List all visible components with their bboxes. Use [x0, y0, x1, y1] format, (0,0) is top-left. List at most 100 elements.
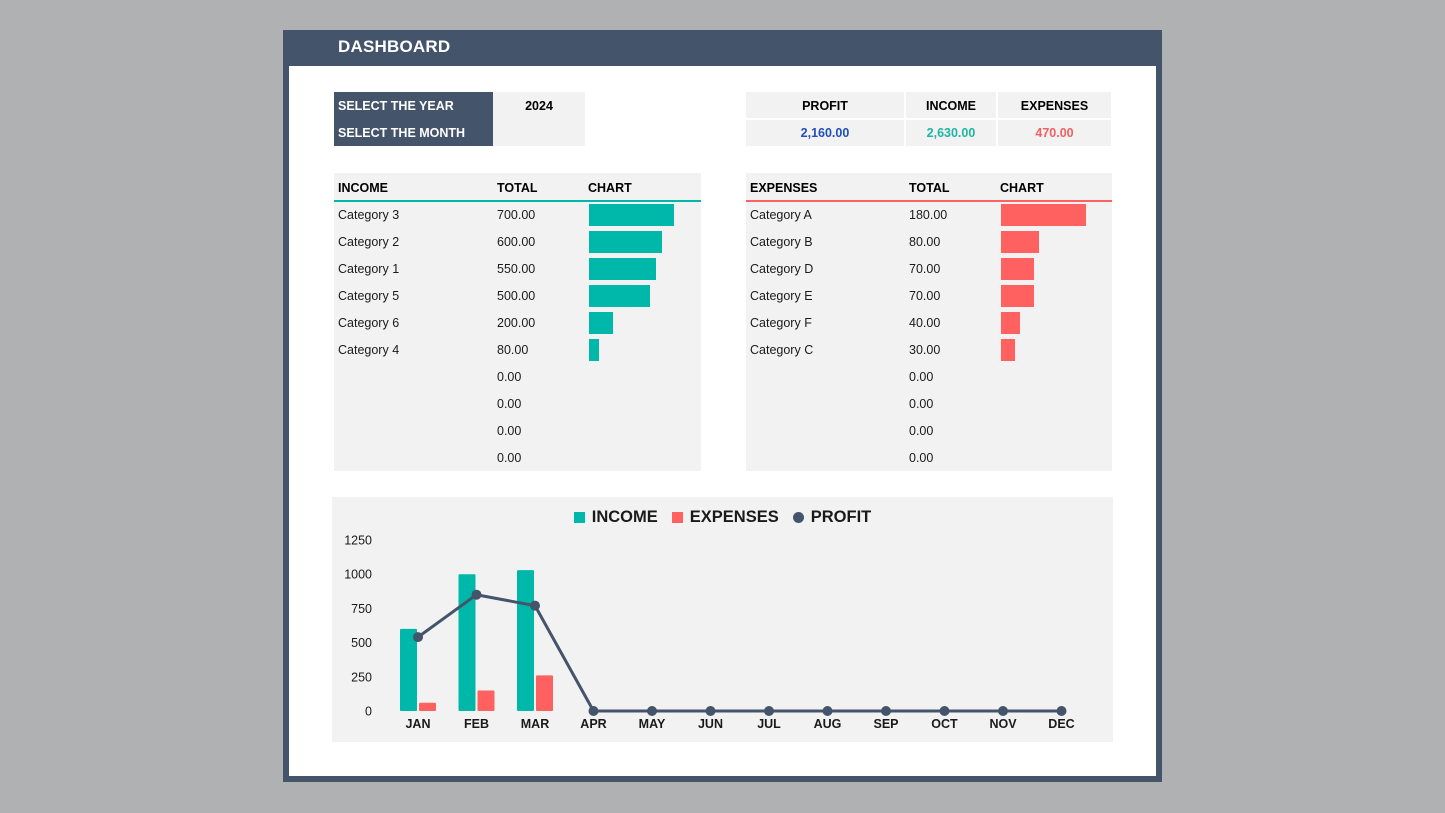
profit-point: [413, 632, 423, 643]
expenses-table-row: Category E 70.00: [746, 282, 1112, 309]
x-tick-label: AUG: [814, 717, 842, 731]
expenses-row-bar: [1001, 285, 1034, 307]
profit-point: [471, 589, 482, 600]
expenses-row-bar: [1001, 339, 1015, 361]
expenses-row-category: Category C: [750, 343, 814, 357]
income-table: INCOME TOTAL CHART Category 3 700.00 Categ…: [334, 173, 701, 471]
profit-point: [530, 600, 540, 611]
income-row-bar: [589, 258, 656, 280]
profit-point: [1056, 706, 1067, 716]
page-title: DASHBOARD: [338, 37, 451, 56]
income-row-bar: [589, 204, 674, 226]
expenses-table-row: Category B 80.00: [746, 228, 1112, 255]
income-table-row: Category 6 200.00: [334, 309, 701, 336]
x-tick-label: MAY: [639, 717, 666, 731]
income-header-total: TOTAL: [497, 181, 538, 195]
income-row-bar: [589, 339, 599, 361]
income-row-total: 0.00: [497, 424, 522, 438]
x-tick-label: DEC: [1048, 717, 1074, 731]
income-row-category: Category 3: [338, 208, 400, 222]
dashboard-sheet: SELECT THE YEAR 2024 SELECT THE MONTH PR…: [289, 66, 1156, 776]
expenses-row-bar: [1001, 204, 1086, 226]
expenses-row-total: 70.00: [909, 262, 941, 276]
expenses-row-bar: [1001, 231, 1039, 253]
expenses-row-total: 0.00: [909, 451, 934, 465]
expenses-bar: [536, 675, 553, 711]
month-select[interactable]: [493, 119, 585, 146]
income-row-total: 500.00: [497, 289, 536, 303]
income-table-row: Category 1 550.00: [334, 255, 701, 282]
expenses-row-total: 30.00: [909, 343, 941, 357]
expenses-row-total: 180.00: [909, 208, 948, 222]
x-tick-label: NOV: [989, 717, 1017, 731]
income-table-row: Category 4 80.00: [334, 336, 701, 363]
y-tick-label: 0: [365, 705, 372, 719]
monthly-chart: 0 250 500 750 1000 1250 JAN FEB MAR APR MAY JUN JUL A…: [344, 534, 1075, 732]
expenses-row-category: Category A: [750, 208, 812, 222]
expenses-table-row: Category F 40.00: [746, 309, 1112, 336]
expenses-row-total: 40.00: [909, 316, 941, 330]
income-row-total: 700.00: [497, 208, 536, 222]
expenses-table-header: EXPENSES TOTAL CHART: [746, 173, 1112, 201]
y-tick-label: 1250: [344, 534, 372, 548]
income-bar: [517, 570, 534, 711]
income-table-row: 0.00: [334, 363, 701, 390]
expenses-header-chart: CHART: [1000, 181, 1044, 195]
income-table-row: 0.00: [334, 444, 701, 471]
expenses-table-row: 0.00: [746, 444, 1112, 471]
income-table-row: Category 3 700.00: [334, 201, 701, 228]
profit-line: [417, 593, 1062, 713]
x-tick-label: FEB: [464, 717, 489, 731]
profit-value: 2,160.00: [800, 125, 850, 140]
expenses-row-total: 0.00: [909, 424, 934, 438]
expenses-value: 470.00: [1035, 125, 1074, 140]
x-tick-label: JUN: [698, 717, 723, 731]
income-table-row: 0.00: [334, 417, 701, 444]
profit-point: [588, 706, 599, 716]
income-row-category: Category 6: [338, 316, 400, 330]
income-bar: [400, 628, 417, 711]
y-tick-label: 250: [351, 670, 372, 684]
expenses-bar: [477, 690, 495, 711]
summary-header-expenses: EXPENSES: [1020, 98, 1089, 113]
expenses-table-row: Category D 70.00: [746, 255, 1112, 282]
expenses-table-row: 0.00: [746, 363, 1112, 390]
profit-point: [705, 706, 716, 716]
year-select[interactable]: 2024: [493, 92, 585, 119]
income-row-total: 550.00: [497, 262, 536, 276]
expenses-row-bar: [1001, 312, 1020, 334]
income-row-total: 200.00: [497, 316, 536, 330]
profit-point: [939, 706, 950, 716]
profit-point: [764, 706, 774, 716]
profit-point: [822, 706, 833, 716]
income-table-row: Category 5 500.00: [334, 282, 701, 309]
expenses-row-total: 0.00: [909, 397, 934, 411]
x-tick-label: SEP: [873, 717, 898, 731]
income-row-category: Category 2: [338, 235, 400, 249]
income-row-total: 80.00: [497, 343, 529, 357]
income-row-category: Category 4: [338, 343, 400, 357]
expenses-row-total: 70.00: [909, 289, 941, 303]
income-row-bar: [589, 231, 662, 253]
income-row-total: 600.00: [497, 235, 536, 249]
expenses-header-category: EXPENSES: [750, 181, 818, 195]
expenses-bar: [419, 702, 436, 711]
income-value: 2,630.00: [926, 125, 976, 140]
month-label: SELECT THE MONTH: [334, 119, 493, 146]
x-tick-label: JAN: [405, 717, 430, 731]
profit-point: [647, 706, 657, 716]
income-row-bar: [589, 285, 650, 307]
expenses-row-category: Category B: [750, 235, 813, 249]
y-tick-label: 750: [351, 602, 372, 616]
dashboard-frame: DASHBOARD SELECT THE YEAR 2024 SELECT TH…: [283, 30, 1162, 782]
expenses-table-row: 0.00: [746, 390, 1112, 417]
income-table-row: 0.00: [334, 390, 701, 417]
income-row-category: Category 5: [338, 289, 400, 303]
year-label: SELECT THE YEAR: [334, 92, 493, 119]
summary-header-profit: PROFIT: [802, 98, 848, 113]
expenses-row-category: Category D: [750, 262, 814, 276]
expenses-table: EXPENSES TOTAL CHART Category A 180.00 Cat…: [746, 173, 1112, 471]
expenses-row-total: 80.00: [909, 235, 941, 249]
expenses-row-category: Category E: [750, 289, 813, 303]
expenses-row-total: 0.00: [909, 370, 934, 384]
